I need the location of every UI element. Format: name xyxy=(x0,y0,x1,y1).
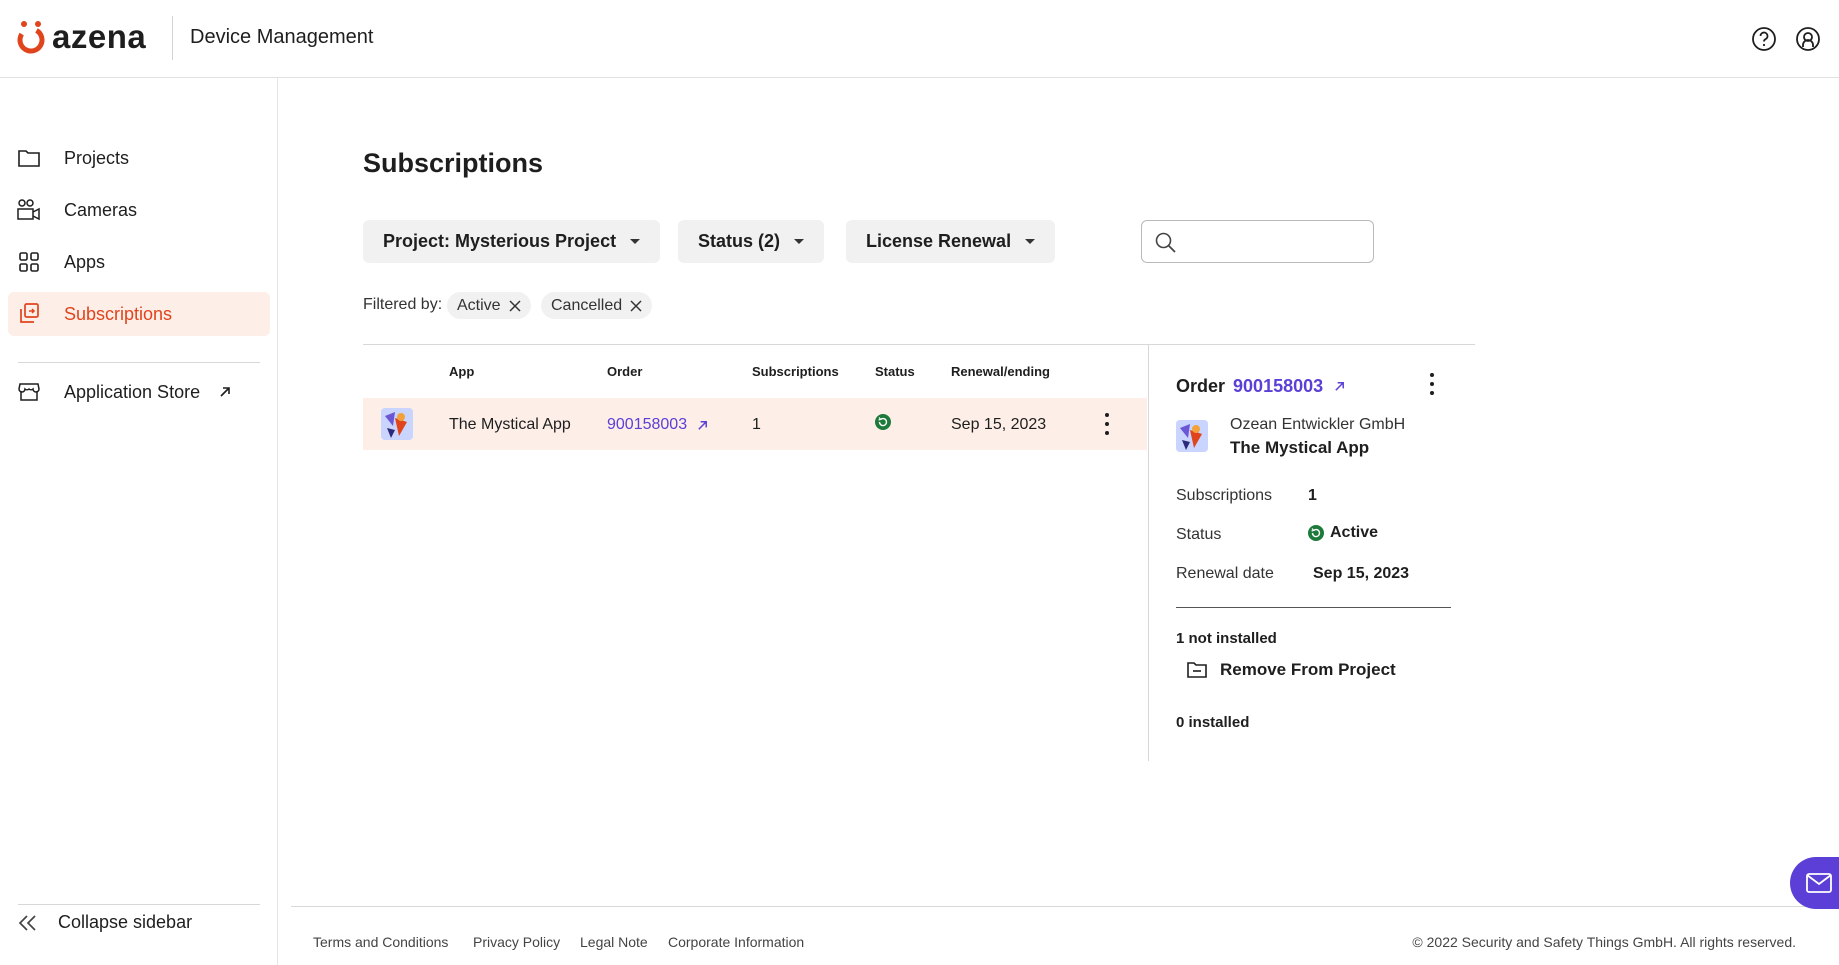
detail-panel-divider xyxy=(1148,345,1149,761)
footer-divider xyxy=(291,906,1839,907)
footer-link-terms[interactable]: Terms and Conditions xyxy=(313,934,448,950)
sidebar-item-apps[interactable]: Apps xyxy=(8,240,270,284)
column-header-subscriptions[interactable]: Subscriptions xyxy=(752,364,839,379)
footer-link-privacy[interactable]: Privacy Policy xyxy=(473,934,560,950)
remove-chip-icon[interactable] xyxy=(630,299,642,312)
search-input[interactable] xyxy=(1188,229,1364,255)
cell-subscriptions: 1 xyxy=(752,416,761,433)
azena-logo[interactable]: azena xyxy=(16,18,146,56)
sidebar-item-label: Apps xyxy=(64,251,106,272)
collapse-sidebar-button[interactable]: Collapse sidebar xyxy=(16,912,192,933)
sidebar-item-label: Cameras xyxy=(64,199,138,220)
azena-logo-mark-icon xyxy=(17,21,45,54)
detail-status-label: Status xyxy=(1176,526,1222,543)
sidebar-item-label: Subscriptions xyxy=(64,303,173,324)
app-thumbnail-icon xyxy=(381,408,413,440)
remove-from-project-button[interactable]: Remove From Project xyxy=(1186,660,1396,680)
license-renewal-label: License Renewal xyxy=(866,231,1012,251)
detail-status: Active xyxy=(1308,524,1378,542)
remove-chip-icon[interactable] xyxy=(509,299,521,312)
filter-chip-active: Active xyxy=(447,292,531,319)
external-link-icon[interactable] xyxy=(1333,380,1346,393)
detail-order-link[interactable]: 900158003 xyxy=(1233,376,1323,397)
cell-app-name: The Mystical App xyxy=(449,416,571,433)
caret-down-icon xyxy=(630,239,641,244)
order-link[interactable]: 900158003 xyxy=(607,416,709,434)
status-active-icon xyxy=(875,414,891,435)
sidebar-item-label: Application Store xyxy=(64,381,201,402)
project-filter-dropdown[interactable]: Project: Mysterious Project xyxy=(363,220,661,263)
logo-text: azena xyxy=(52,18,147,55)
column-header-renewal[interactable]: Renewal/ending xyxy=(951,364,1050,379)
sidebar-bottom-divider xyxy=(18,904,260,905)
chip-label: Cancelled xyxy=(551,296,623,314)
row-more-menu-icon[interactable] xyxy=(1102,413,1112,435)
user-account-icon[interactable] xyxy=(1795,26,1821,52)
detail-developer: Ozean Entwickler GmbH xyxy=(1230,416,1406,433)
search-icon xyxy=(1155,232,1176,253)
folder-icon xyxy=(16,145,42,171)
status-active-icon xyxy=(1308,525,1324,541)
header-divider xyxy=(172,16,173,60)
sidebar-divider xyxy=(18,362,260,363)
installed-count: 0 installed xyxy=(1176,714,1250,731)
help-circle-icon[interactable] xyxy=(1751,26,1777,52)
caret-down-icon xyxy=(1025,239,1036,244)
remove-from-project-label: Remove From Project xyxy=(1220,660,1396,679)
filtered-by-label: Filtered by: xyxy=(363,296,443,313)
collapse-sidebar-label: Collapse sidebar xyxy=(58,912,193,932)
app-title: Device Management xyxy=(190,26,374,48)
page-title: Subscriptions xyxy=(363,148,544,178)
project-filter-label: Project: Mysterious Project xyxy=(383,231,617,251)
detail-divider xyxy=(1176,607,1451,608)
apps-grid-icon xyxy=(16,249,42,275)
contact-mail-button[interactable] xyxy=(1790,857,1839,909)
double-chevron-left-icon xyxy=(18,914,36,931)
folder-remove-icon xyxy=(1187,662,1207,678)
external-link-icon xyxy=(220,387,230,397)
detail-renewal-value: Sep 15, 2023 xyxy=(1313,565,1410,582)
sidebar-item-application-store[interactable]: Application Store xyxy=(8,370,270,414)
footer-link-corporate[interactable]: Corporate Information xyxy=(668,934,804,950)
external-link-icon xyxy=(698,420,708,430)
license-renewal-dropdown[interactable]: License Renewal xyxy=(846,220,1056,263)
detail-subscriptions-value: 1 xyxy=(1308,487,1317,504)
search-box[interactable] xyxy=(1141,220,1374,263)
detail-renewal-label: Renewal date xyxy=(1176,565,1274,582)
column-header-order[interactable]: Order xyxy=(607,364,642,379)
cell-renewal-date: Sep 15, 2023 xyxy=(951,416,1047,433)
sidebar-item-subscriptions[interactable]: Subscriptions xyxy=(8,292,270,336)
copyright-text: © 2022 Security and Safety Things GmbH. … xyxy=(1412,934,1796,950)
detail-app-thumbnail-icon xyxy=(1176,420,1208,452)
chip-label: Active xyxy=(457,296,501,314)
sidebar-item-cameras[interactable]: Cameras xyxy=(8,188,270,232)
sidebar-item-label: Projects xyxy=(64,147,130,168)
detail-order-heading: Order 900158003 xyxy=(1176,376,1346,397)
detail-app-name: The Mystical App xyxy=(1230,438,1370,457)
caret-down-icon xyxy=(794,239,805,244)
sidebar-item-projects[interactable]: Projects xyxy=(8,136,270,180)
top-header: azena Device Management xyxy=(0,0,1839,78)
not-installed-count: 1 not installed xyxy=(1176,630,1277,647)
mail-icon xyxy=(1806,873,1832,893)
store-icon xyxy=(16,379,42,405)
table-top-divider xyxy=(363,344,1475,345)
subscriptions-icon xyxy=(16,301,42,327)
column-header-status[interactable]: Status xyxy=(875,364,915,379)
detail-more-menu-icon[interactable] xyxy=(1427,373,1437,395)
camera-icon xyxy=(16,197,42,223)
footer-link-legal[interactable]: Legal Note xyxy=(580,934,648,950)
filter-chip-cancelled: Cancelled xyxy=(541,292,653,319)
order-label: Order xyxy=(1176,376,1226,396)
status-filter-dropdown[interactable]: Status (2) xyxy=(678,220,825,263)
detail-subscriptions-label: Subscriptions xyxy=(1176,487,1273,504)
sidebar: Projects Cameras Apps Subscriptions Appl… xyxy=(0,78,278,965)
column-header-app[interactable]: App xyxy=(449,364,474,379)
status-filter-label: Status (2) xyxy=(698,231,781,251)
detail-status-value: Active xyxy=(1330,524,1379,541)
order-number: 900158003 xyxy=(607,416,688,433)
